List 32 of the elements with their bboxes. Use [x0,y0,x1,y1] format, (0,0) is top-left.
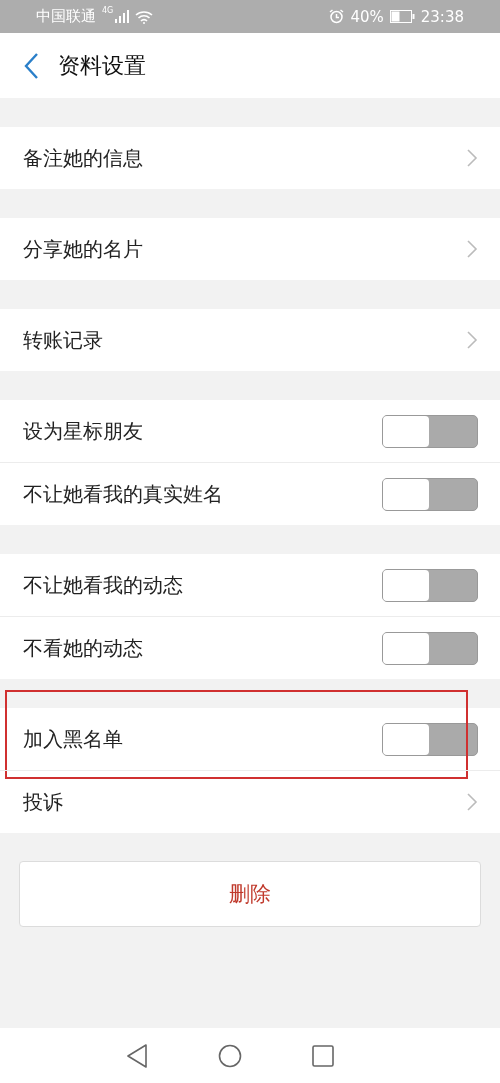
row-label: 备注她的信息 [23,144,144,172]
carrier-name: 中国联通 [36,7,96,26]
toggle-switch[interactable] [382,631,478,665]
back-icon[interactable] [22,51,40,80]
clock-time: 23:38 [420,7,464,26]
alarm-icon [329,9,345,24]
row-label: 设为星标朋友 [23,417,144,445]
toggle-switch[interactable] [382,722,478,756]
wifi-icon [135,9,154,24]
page-title: 资料设置 [58,51,146,80]
toggle-switch[interactable] [382,414,478,448]
chevron-right-icon [466,239,478,259]
row-label: 不看她的动态 [23,634,144,662]
battery-percent: 40% [350,7,384,26]
chevron-right-icon [466,330,478,350]
row-label: 分享她的名片 [23,235,144,263]
row-label: 投诉 [23,788,64,816]
home-icon[interactable] [218,1043,242,1068]
row-label: 加入黑名单 [23,725,124,753]
chevron-right-icon [466,148,478,168]
chevron-right-icon [466,792,478,812]
toggle-switch[interactable] [382,477,478,511]
signal-icon [115,10,130,23]
back-icon[interactable] [126,1043,148,1068]
toggle-switch[interactable] [382,568,478,602]
row-label: 不让她看我的动态 [23,571,184,599]
delete-button[interactable]: 删除 [19,861,481,927]
recents-icon[interactable] [312,1044,334,1067]
row-label: 不让她看我的真实姓名 [23,480,224,508]
network-type: 4G [102,6,114,15]
row-label: 转账记录 [23,326,104,354]
battery-icon [389,10,415,23]
